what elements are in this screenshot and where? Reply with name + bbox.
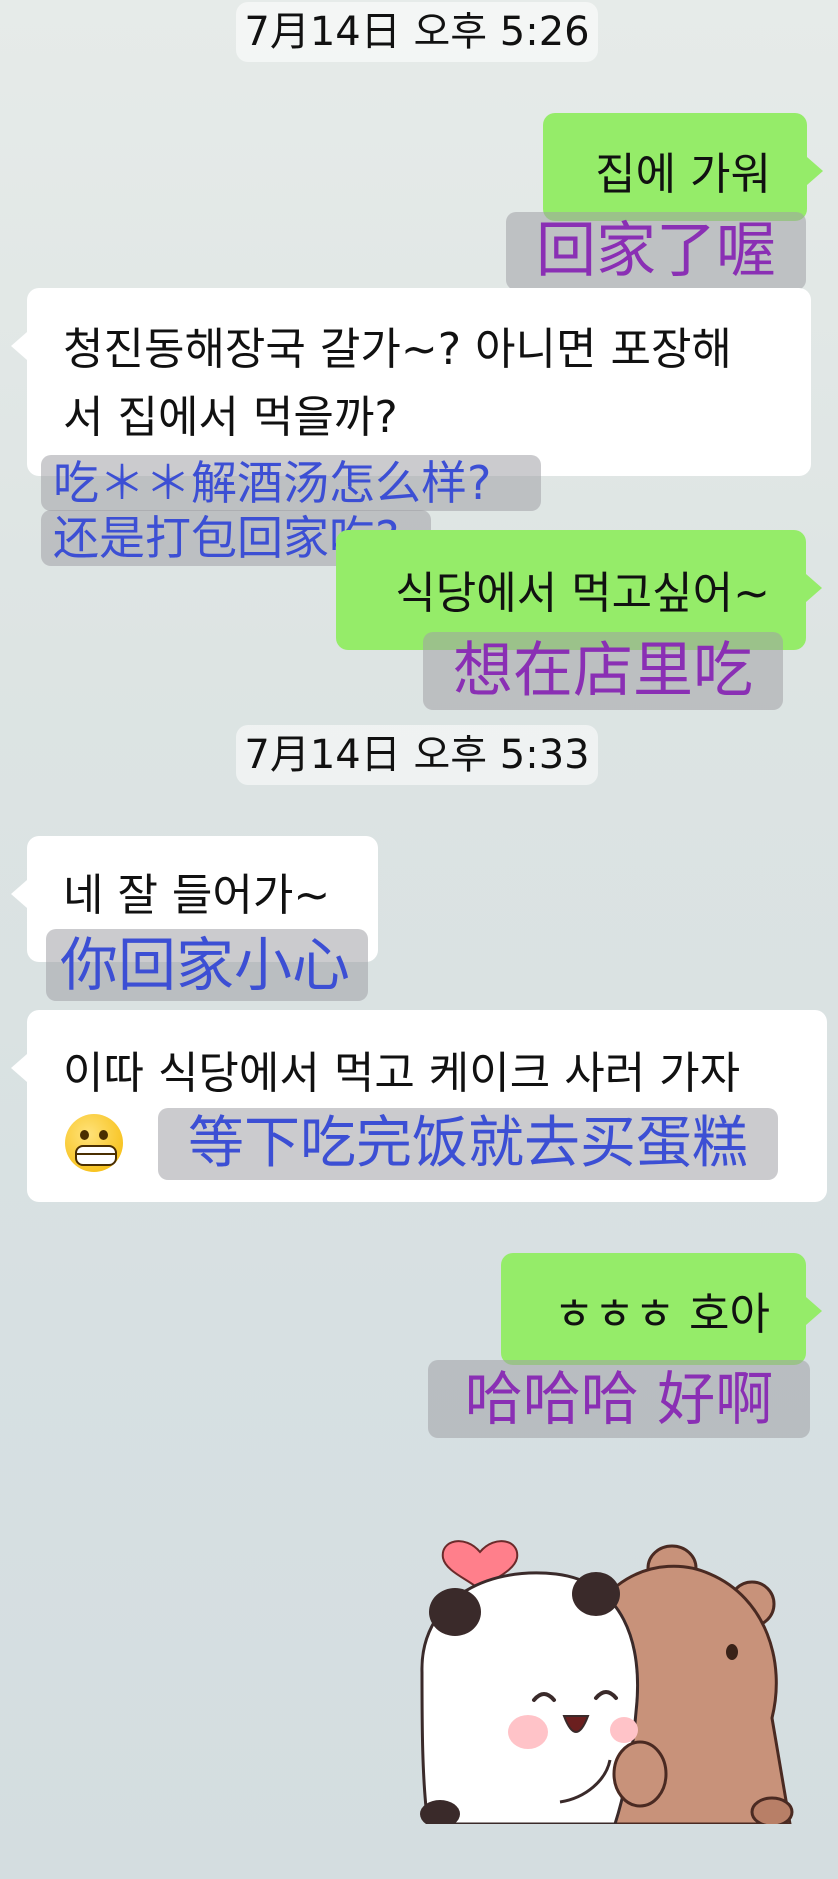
- translation-text: 回家了喔: [506, 212, 806, 290]
- message-text: ㅎㅎㅎ 호아: [553, 1289, 770, 1340]
- grimacing-face-icon: [65, 1114, 123, 1172]
- translation-text: 哈哈哈 好啊: [428, 1360, 810, 1438]
- message-text-line: 청진동해장국 갈가~? 아니면 포장해: [63, 324, 732, 375]
- translation-text: 你回家小心: [46, 929, 368, 1001]
- message-text-line: 서 집에서 먹을까?: [63, 392, 398, 443]
- their-message-bubble[interactable]: 청진동해장국 갈가~? 아니면 포장해 서 집에서 먹을까?: [11, 288, 811, 476]
- timestamp: 7月14日 오후 5:26: [236, 2, 598, 62]
- panda-and-bear-hug-sticker[interactable]: [410, 1512, 800, 1828]
- translation-text: 想在店里吃: [423, 632, 783, 710]
- message-text: 식당에서 먹고싶어~: [395, 568, 770, 619]
- my-message-bubble[interactable]: ㅎㅎㅎ 호아: [501, 1253, 822, 1365]
- message-text: 집에 가워: [595, 149, 771, 200]
- translation-text: 吃＊＊解酒汤怎么样?: [41, 455, 541, 511]
- my-message-bubble[interactable]: 집에 가워: [543, 113, 823, 221]
- sticker-image: [420, 1540, 794, 1828]
- message-text: 이따 식당에서 먹고 케이크 사러 가자: [63, 1048, 741, 1099]
- translation-text: 等下吃完饭就去买蛋糕: [158, 1108, 778, 1180]
- message-text: 네 잘 들어가~: [63, 870, 331, 921]
- timestamp: 7月14日 오후 5:33: [236, 725, 598, 785]
